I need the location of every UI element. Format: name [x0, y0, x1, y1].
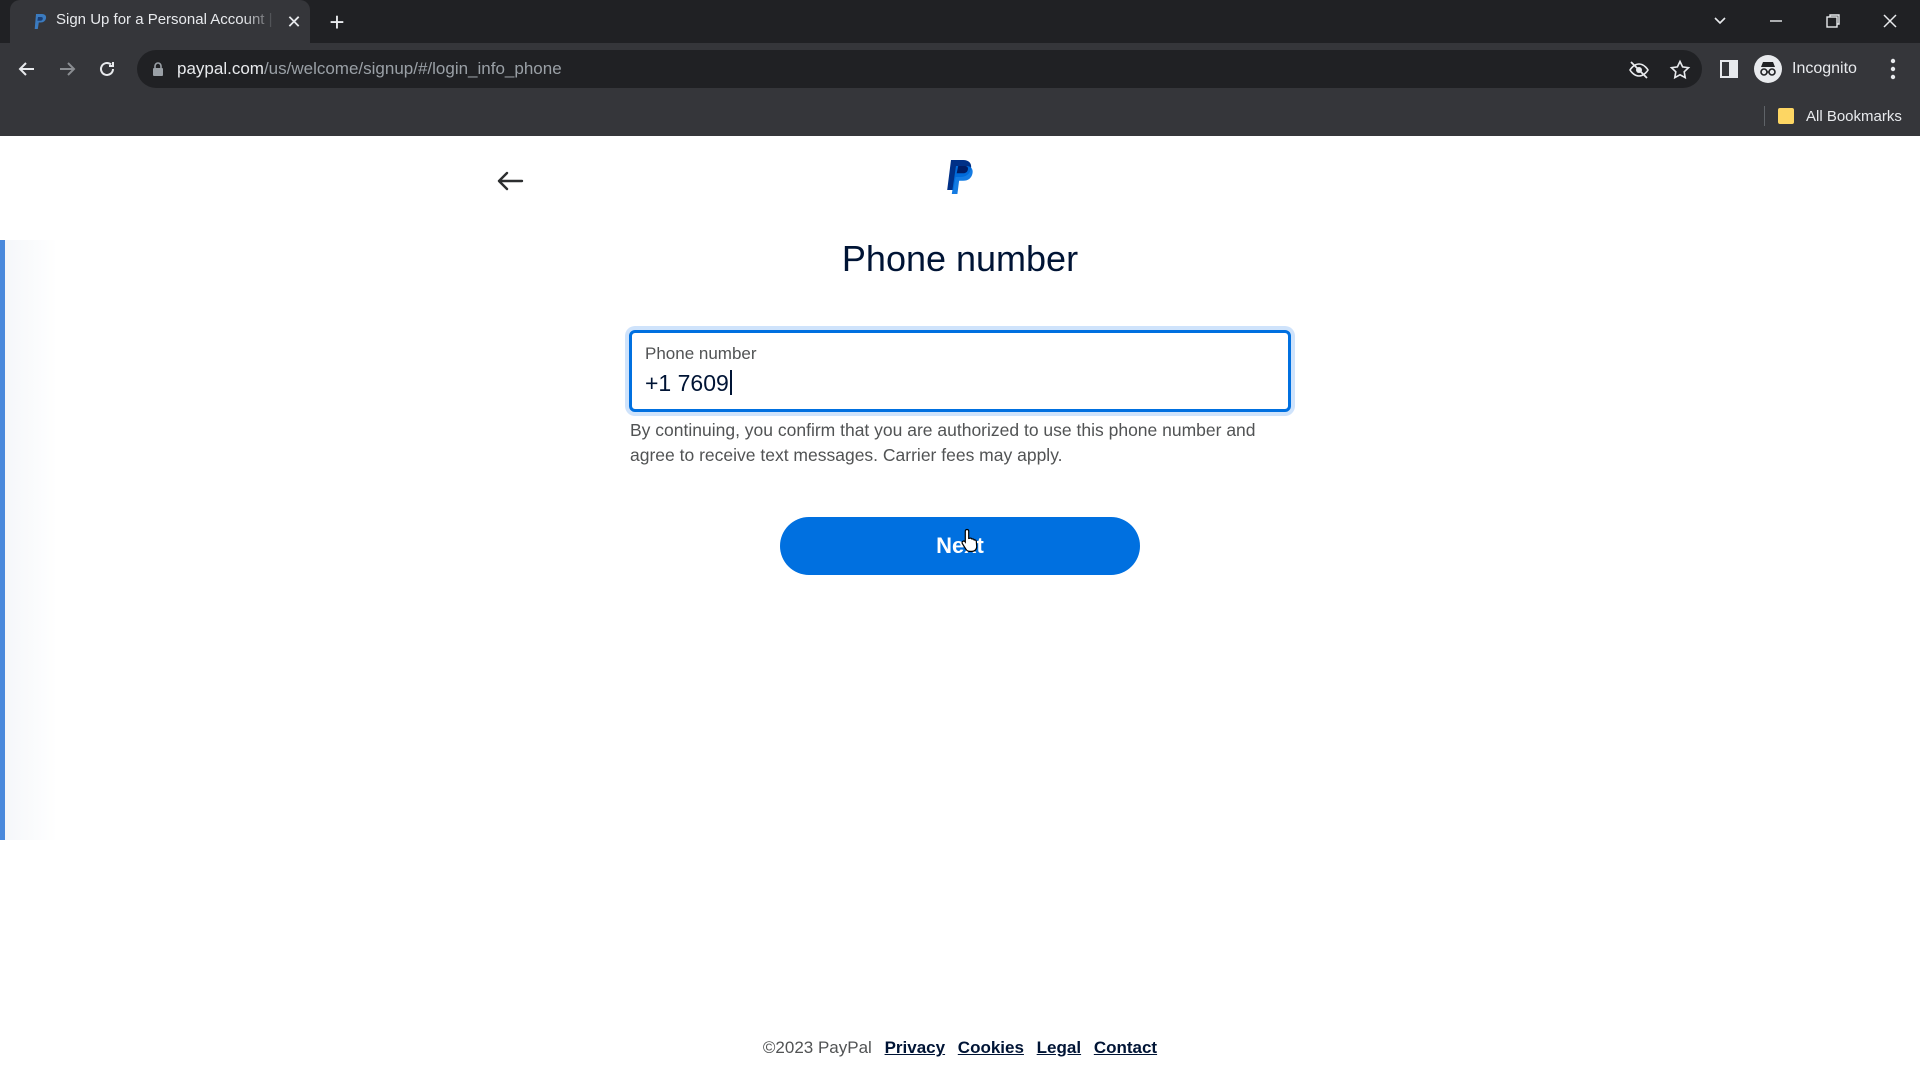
- footer: ©2023 PayPal Privacy Cookies Legal Conta…: [0, 1038, 1920, 1058]
- side-panel-icon[interactable]: [1716, 56, 1742, 82]
- minimize-icon[interactable]: [1756, 4, 1796, 38]
- side-shade: [5, 240, 57, 840]
- close-window-icon[interactable]: [1870, 4, 1910, 38]
- privacy-link[interactable]: Privacy: [885, 1038, 946, 1057]
- paypal-favicon-icon: [34, 14, 47, 29]
- folder-icon: [1778, 108, 1794, 124]
- phone-number-field[interactable]: Phone number +1 7609: [629, 330, 1291, 412]
- url-host: paypal.com: [177, 59, 264, 78]
- tab-close-icon[interactable]: ✕: [282, 10, 306, 34]
- phone-number-label: Phone number: [645, 344, 757, 363]
- page-content: Phone number Phone number +1 7609 By con…: [0, 136, 1920, 1080]
- phone-number-input[interactable]: +1 7609: [645, 370, 732, 397]
- tab-strip: Sign Up for a Personal Account | PayPal …: [0, 0, 1920, 43]
- browser-menu-icon[interactable]: [1880, 54, 1906, 84]
- tab-search-chevron-icon[interactable]: [1700, 4, 1740, 38]
- bookmarks-bar: All Bookmarks: [0, 95, 1920, 136]
- url-text[interactable]: paypal.com/us/welcome/signup/#/login_inf…: [177, 59, 562, 79]
- browser-toolbar: paypal.com/us/welcome/signup/#/login_inf…: [0, 43, 1920, 95]
- bookmark-star-icon[interactable]: [1669, 59, 1691, 81]
- back-icon[interactable]: [12, 54, 42, 84]
- contact-link[interactable]: Contact: [1094, 1038, 1157, 1057]
- cookies-link[interactable]: Cookies: [958, 1038, 1024, 1057]
- hand-cursor-icon: [961, 528, 978, 552]
- reload-icon[interactable]: [92, 54, 122, 84]
- copyright-text: ©2023 PayPal: [762, 1038, 872, 1057]
- text-caret: [729, 370, 732, 395]
- paypal-logo-icon: [947, 160, 973, 194]
- legal-link[interactable]: Legal: [1037, 1038, 1081, 1057]
- bookmarks-divider: [1764, 106, 1765, 126]
- forward-icon[interactable]: [52, 54, 82, 84]
- eye-off-icon[interactable]: [1628, 59, 1650, 81]
- lock-icon[interactable]: [151, 61, 165, 77]
- all-bookmarks-label: All Bookmarks: [1806, 107, 1902, 125]
- incognito-label: Incognito: [1792, 60, 1857, 77]
- browser-tab[interactable]: Sign Up for a Personal Account | PayPal …: [10, 0, 310, 43]
- page-title: Phone number: [841, 238, 1079, 279]
- back-arrow-icon[interactable]: [492, 163, 528, 199]
- all-bookmarks-button[interactable]: All Bookmarks: [1778, 104, 1902, 128]
- incognito-profile[interactable]: Incognito: [1754, 52, 1857, 86]
- new-tab-icon[interactable]: +: [322, 8, 352, 38]
- incognito-icon: [1754, 55, 1782, 83]
- consent-text: By continuing, you confirm that you are …: [630, 420, 1256, 465]
- address-bar[interactable]: paypal.com/us/welcome/signup/#/login_inf…: [137, 50, 1702, 88]
- tab-title: Sign Up for a Personal Account | PayPal: [56, 11, 276, 28]
- url-path: /us/welcome/signup/#/login_info_phone: [263, 59, 562, 78]
- browser-chrome: Sign Up for a Personal Account | PayPal …: [0, 0, 1920, 136]
- restore-icon[interactable]: [1813, 4, 1853, 38]
- phone-number-value: +1 7609: [645, 370, 729, 396]
